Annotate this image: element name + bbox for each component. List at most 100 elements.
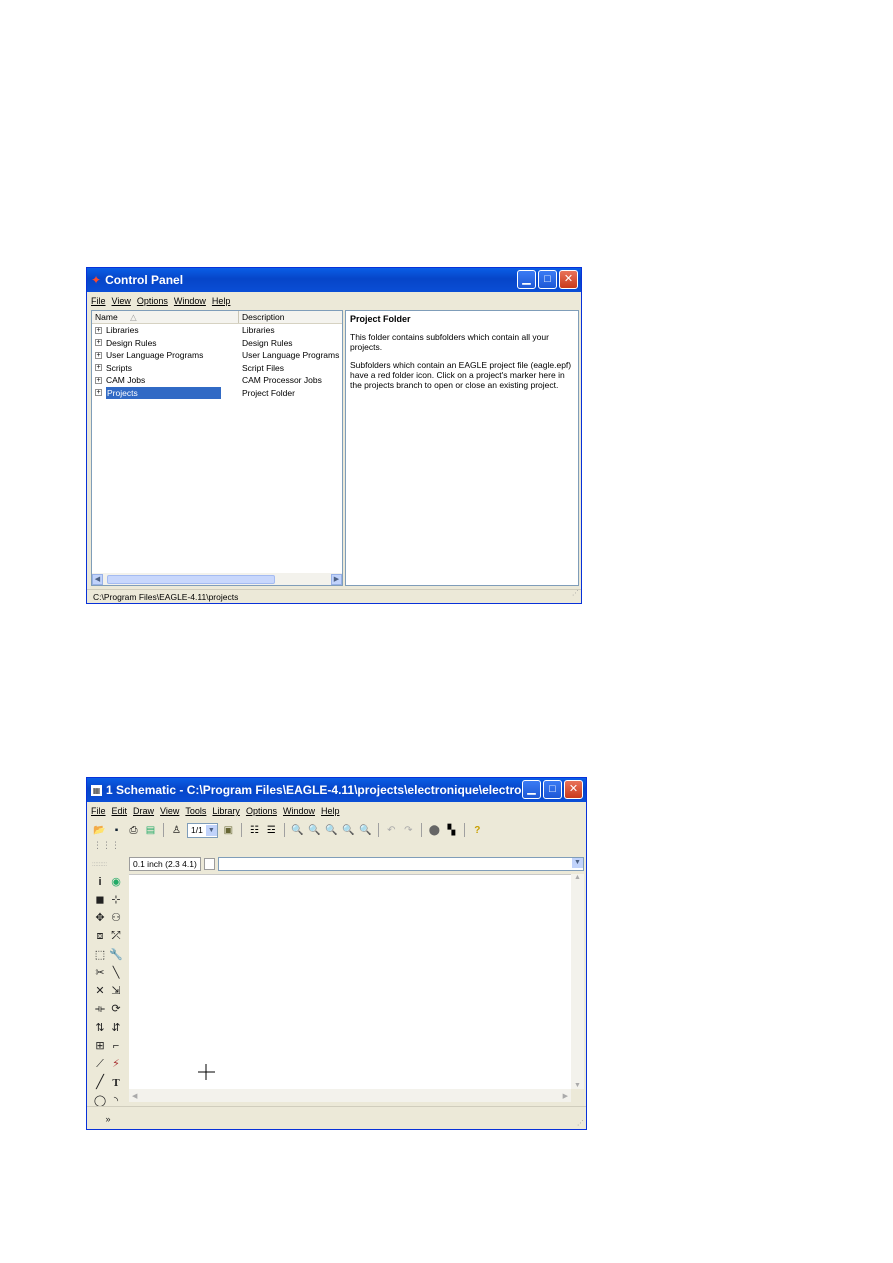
schematic-titlebar[interactable]: ▦ 1 Schematic - C:\Program Files\EAGLE-4… <box>87 778 586 802</box>
minimize-button[interactable]: ▁ <box>517 270 536 289</box>
open-icon[interactable]: 📂 <box>93 824 106 837</box>
tree-item-label: Projects <box>106 386 221 399</box>
go-icon[interactable]: ▚ <box>445 824 458 837</box>
menu-window[interactable]: Window <box>174 296 206 306</box>
column-name-header[interactable]: Name △ <box>92 311 239 323</box>
grid-icon[interactable]: ⋮⋮⋮ <box>93 840 120 850</box>
run-icon[interactable]: ☲ <box>265 824 278 837</box>
miter-icon[interactable]: ⚡ <box>108 1055 124 1072</box>
copy-icon[interactable]: ⚇ <box>108 910 124 927</box>
chevron-down-icon[interactable]: ▼ <box>205 824 217 836</box>
minimize-button[interactable]: ▁ <box>522 780 541 799</box>
resize-grip-icon[interactable]: ⋰ <box>572 587 579 601</box>
menu-window[interactable]: Window <box>283 806 315 816</box>
move-icon[interactable]: ✥ <box>92 910 108 927</box>
expand-icon[interactable]: + <box>95 389 102 397</box>
maximize-button[interactable]: □ <box>543 780 562 799</box>
scroll-down-icon[interactable]: ▼ <box>571 1082 584 1089</box>
value-icon[interactable]: ⊞ <box>92 1037 108 1054</box>
menu-view[interactable]: View <box>112 296 131 306</box>
show-icon[interactable]: ◉ <box>108 873 124 890</box>
change-icon[interactable]: 🔧 <box>108 946 124 963</box>
paste-icon[interactable]: ╲ <box>108 964 124 981</box>
menu-options[interactable]: Options <box>246 806 277 816</box>
menu-draw[interactable]: Draw <box>133 806 154 816</box>
command-line-input[interactable]: ▼ <box>217 857 584 871</box>
cam-icon[interactable]: ▤ <box>144 824 157 837</box>
tree-row[interactable]: + Libraries Libraries <box>92 324 342 337</box>
sheet-select[interactable]: 1/1 ▼ <box>187 822 218 838</box>
undo-icon[interactable]: ↶ <box>385 824 398 837</box>
smash-icon[interactable]: ⌐ <box>108 1038 124 1055</box>
menu-help[interactable]: Help <box>321 806 340 816</box>
column-description-header[interactable]: Description <box>239 311 342 323</box>
resize-grip-icon[interactable]: ⋰ <box>577 1119 584 1127</box>
maximize-button[interactable]: □ <box>538 270 557 289</box>
add-icon[interactable]: ⇲ <box>108 982 124 999</box>
scroll-left-icon[interactable]: ◀ <box>92 573 103 585</box>
scroll-left-icon[interactable]: ◀ <box>132 1092 137 1100</box>
rotate-icon[interactable]: ⤱ <box>108 929 124 946</box>
menu-library[interactable]: Library <box>212 806 240 816</box>
chevron-down-icon[interactable]: ▼ <box>572 858 583 868</box>
expand-icon[interactable]: + <box>95 339 102 347</box>
script-icon[interactable]: ☷ <box>248 824 261 837</box>
zoom-out-icon[interactable]: 🔍 <box>325 824 338 837</box>
print-icon[interactable]: ⎙ <box>127 824 140 837</box>
horizontal-scrollbar[interactable]: ◀ ▶ <box>129 1089 571 1102</box>
mark-icon[interactable]: ⊹ <box>108 892 124 909</box>
expand-icon[interactable]: + <box>95 364 102 372</box>
help-icon[interactable]: ? <box>471 824 484 837</box>
zoom-fit-icon[interactable]: 🔍 <box>291 824 304 837</box>
text-icon[interactable]: T <box>108 1075 124 1092</box>
close-button[interactable]: ✕ <box>564 780 583 799</box>
tree-row[interactable]: + Scripts Script Files <box>92 362 342 375</box>
toolbar-separator <box>163 823 164 837</box>
close-button[interactable]: ✕ <box>559 270 578 289</box>
zoom-redraw-icon[interactable]: 🔍 <box>342 824 355 837</box>
menu-file[interactable]: File <box>91 296 106 306</box>
menu-options[interactable]: Options <box>137 296 168 306</box>
scroll-right-icon[interactable]: ▶ <box>563 1092 568 1100</box>
horizontal-scrollbar[interactable]: ◀ ▶ <box>92 573 342 585</box>
board-icon[interactable]: ▣ <box>222 824 235 837</box>
expand-icon[interactable]: + <box>95 351 102 359</box>
gateswap-icon[interactable]: ⇅ <box>92 1019 108 1036</box>
pinswap-icon[interactable]: ⟛ <box>92 1001 108 1018</box>
replace-icon[interactable]: ⟳ <box>108 1000 124 1017</box>
expand-icon[interactable]: + <box>95 326 102 334</box>
scroll-up-icon[interactable]: ▲ <box>571 874 584 881</box>
redo-icon[interactable]: ↷ <box>402 824 415 837</box>
mirror-icon[interactable]: ⧈ <box>92 929 108 946</box>
delete-icon[interactable]: ✕ <box>92 982 108 999</box>
menu-edit[interactable]: Edit <box>112 806 128 816</box>
cut-icon[interactable]: ✂ <box>92 964 108 981</box>
name-icon[interactable]: ⇵ <box>108 1019 124 1036</box>
split-icon[interactable]: ⟋ <box>92 1056 108 1073</box>
menu-view[interactable]: View <box>160 806 179 816</box>
status-path: C:\Program Files\EAGLE-4.11\projects <box>93 592 239 602</box>
save-icon[interactable]: ▪ <box>110 824 123 837</box>
zoom-in-icon[interactable]: 🔍 <box>308 824 321 837</box>
toolbar-separator <box>420 823 422 837</box>
status-bar: C:\Program Files\EAGLE-4.11\projects ⋰ <box>87 589 581 603</box>
scroll-thumb[interactable] <box>107 574 275 584</box>
display-icon[interactable]: ◼ <box>92 892 108 909</box>
tree-row-selected[interactable]: + Projects Project Folder <box>92 386 342 399</box>
menu-tools[interactable]: Tools <box>185 806 206 816</box>
menu-file[interactable]: File <box>91 806 106 816</box>
wire-icon[interactable]: ╱ <box>92 1074 108 1091</box>
info-icon[interactable]: i <box>92 874 108 891</box>
drawing-canvas[interactable] <box>129 874 571 1090</box>
group-icon[interactable]: ⬚ <box>92 946 108 963</box>
menu-help[interactable]: Help <box>212 296 231 306</box>
zoom-select-icon[interactable]: 🔍 <box>359 824 372 837</box>
control-panel-titlebar[interactable]: ✦ Control Panel ▁ □ ✕ <box>87 268 581 292</box>
expand-icon[interactable]: + <box>95 376 102 384</box>
stop-icon[interactable]: ⬤ <box>428 824 441 837</box>
tree-row[interactable]: + User Language Programs User Language Pr… <box>92 349 342 362</box>
tree-row[interactable]: + CAM Jobs CAM Processor Jobs <box>92 374 342 387</box>
tree-row[interactable]: + Design Rules Design Rules <box>92 337 342 350</box>
scroll-right-icon[interactable]: ▶ <box>331 573 342 585</box>
vertical-scrollbar[interactable]: ▲ ▼ <box>571 874 584 1089</box>
